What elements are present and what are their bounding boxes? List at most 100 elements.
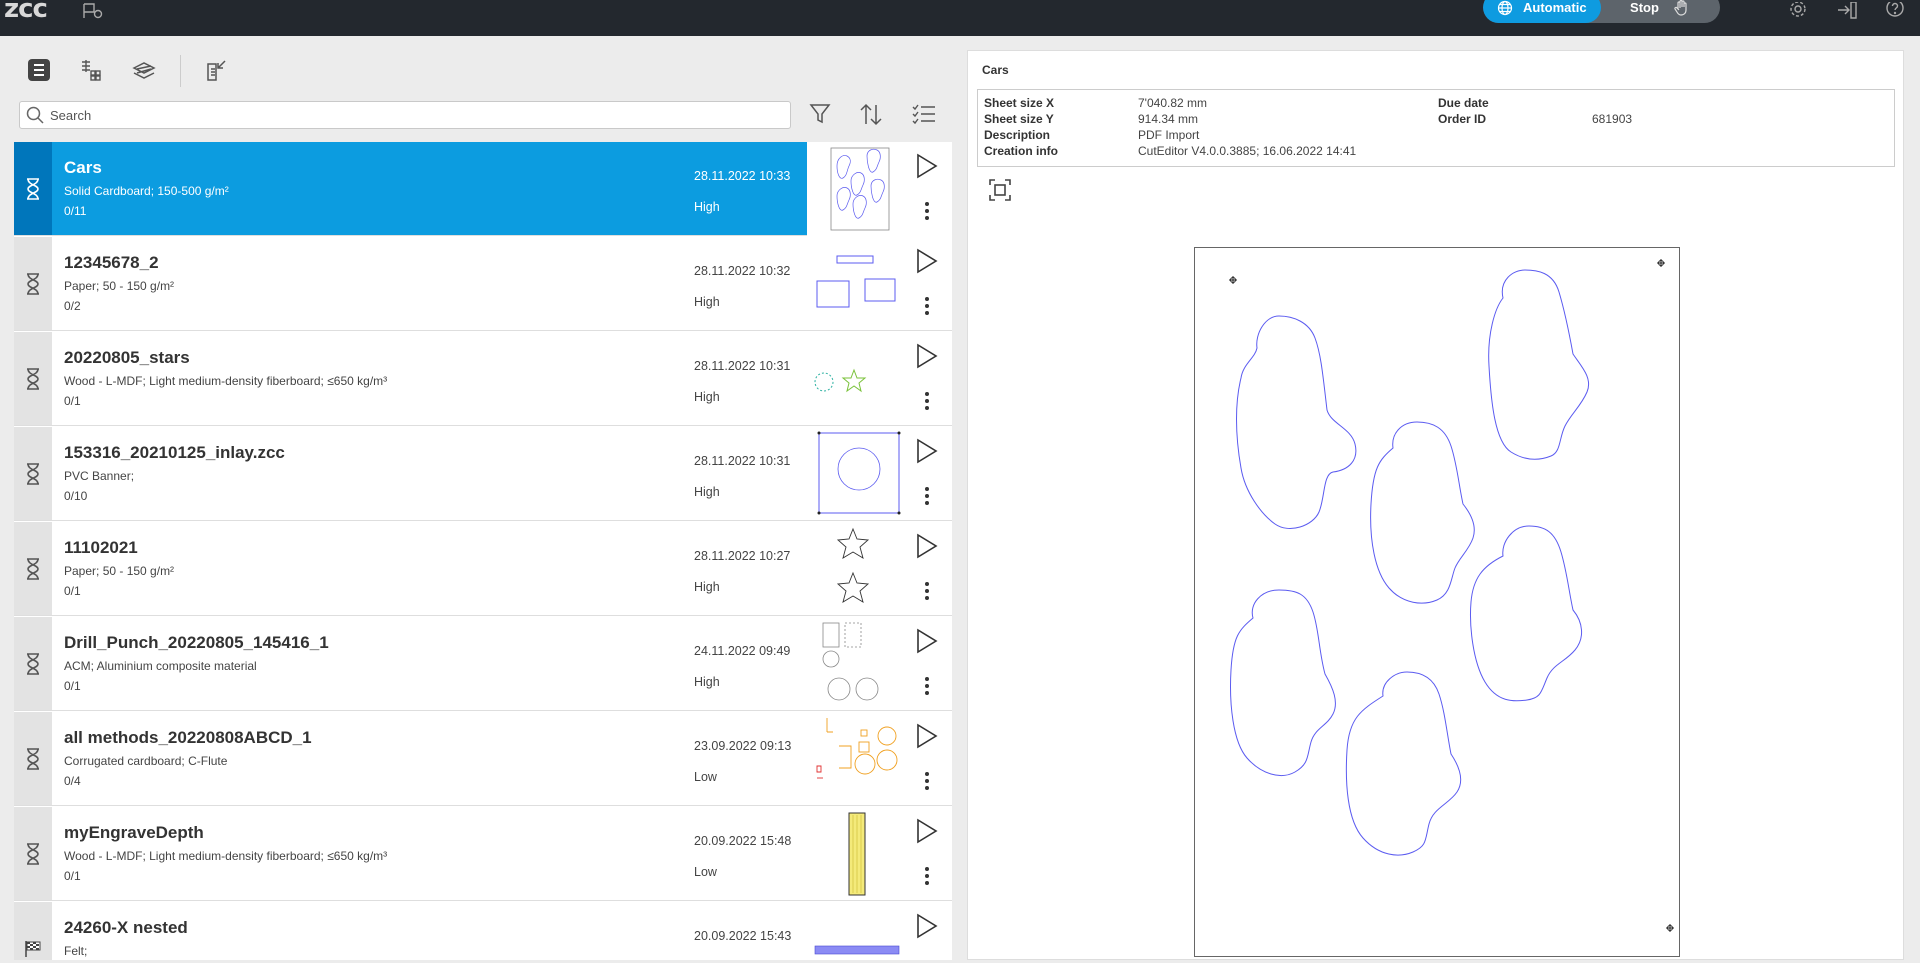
job-name: 20220805_stars (64, 348, 190, 367)
job-material: PVC Banner; (64, 469, 135, 483)
creation-info-value: CutEditor V4.0.0.3885; 16.06.2022 14:41 (1138, 144, 1357, 158)
gear-icon[interactable] (1787, 1, 1809, 20)
nesting-view-icon[interactable] (79, 58, 105, 84)
play-button[interactable] (914, 817, 940, 845)
operation-mode-toggle[interactable]: Automatic Stop (1483, 0, 1720, 23)
job-date: 28.11.2022 10:27 (694, 549, 791, 563)
play-button[interactable] (914, 912, 940, 940)
layers-icon[interactable] (131, 58, 157, 84)
hand-stop-icon (1674, 0, 1687, 16)
job-name: 12345678_2 (64, 253, 159, 272)
job-list-view-icon[interactable] (27, 58, 53, 84)
job-material: Paper; 50 - 150 g/m² (64, 564, 175, 578)
search-input[interactable] (50, 107, 750, 123)
stop-label: Stop (1630, 0, 1659, 15)
job-row[interactable]: Drill_Punch_20220805_145416_1 ACM; Alumi… (14, 617, 952, 711)
job-row-cars[interactable]: Cars Solid Cardboard; 150-500 g/m² 0/11 … (14, 142, 952, 236)
play-button[interactable] (914, 247, 940, 275)
job-row[interactable]: myEngraveDepth Wood - L-MDF; Light mediu… (14, 807, 952, 901)
machine-settings-icon[interactable] (82, 2, 104, 20)
cut-contour (1230, 269, 1589, 856)
finish-flag-icon (25, 940, 41, 957)
play-button[interactable] (914, 342, 940, 370)
help-icon[interactable] (1884, 0, 1906, 20)
logout-icon[interactable] (1836, 1, 1858, 20)
job-status (14, 142, 52, 235)
job-row[interactable]: all methods_20220808ABCD_1 Corrugated ca… (14, 712, 952, 806)
app-logo: zcc (4, 0, 48, 24)
detail-title: Cars (982, 63, 1009, 77)
job-row[interactable]: 12345678_2 Paper; 50 - 150 g/m² 0/2 28.1… (14, 237, 952, 331)
description-value: PDF Import (1138, 128, 1200, 142)
more-options-icon[interactable] (919, 580, 935, 602)
play-button[interactable] (914, 627, 940, 655)
hourglass-icon (27, 462, 39, 485)
job-thumbnail (809, 906, 905, 960)
sheet-size-y-value: 914.34 mm (1138, 112, 1199, 126)
order-id-label: Order ID (1438, 112, 1487, 126)
job-count: 0/10 (64, 489, 88, 503)
job-status (14, 237, 52, 330)
filter-icon[interactable] (808, 102, 834, 128)
job-row[interactable]: 20220805_stars Wood - L-MDF; Light mediu… (14, 332, 952, 426)
import-job-icon[interactable] (203, 58, 229, 84)
automatic-mode-button[interactable]: Automatic (1483, 0, 1601, 23)
job-name: myEngraveDepth (64, 823, 204, 842)
job-thumbnail (809, 146, 905, 232)
job-thumbnail (809, 241, 905, 327)
job-row[interactable]: 24260-X nested Felt; 20.09.2022 15:43 (14, 902, 952, 960)
hourglass-icon (27, 747, 39, 770)
job-priority: High (694, 485, 720, 499)
search-icon (26, 106, 44, 124)
play-button[interactable] (914, 532, 940, 560)
job-name: 11102021 (64, 538, 138, 557)
more-options-icon[interactable] (919, 865, 935, 887)
fit-to-view-icon[interactable] (988, 178, 1012, 202)
checklist-icon[interactable] (911, 102, 937, 128)
description-label: Description (984, 128, 1051, 142)
job-date: 20.09.2022 15:43 (694, 929, 792, 943)
more-options-icon[interactable] (919, 485, 935, 507)
sheet-size-y-label: Sheet size Y (984, 112, 1054, 126)
more-options-icon[interactable] (919, 200, 935, 222)
hourglass-icon (27, 272, 39, 295)
job-count: 0/4 (64, 774, 81, 788)
job-thumbnail (809, 336, 905, 422)
job-count: 0/1 (64, 584, 81, 598)
job-priority: High (694, 580, 720, 594)
play-button[interactable] (914, 152, 940, 180)
job-priority: High (694, 200, 720, 214)
job-status (14, 617, 52, 710)
job-count: 0/11 (64, 204, 87, 218)
job-name: Cars (64, 158, 102, 177)
stop-button[interactable]: Stop (1601, 0, 1720, 23)
hourglass-icon (27, 557, 39, 580)
more-options-icon[interactable] (919, 390, 935, 412)
job-date: 28.11.2022 10:31 (694, 454, 791, 468)
play-button[interactable] (914, 437, 940, 465)
job-material: Wood - L-MDF; Light medium-density fiber… (64, 374, 388, 388)
creation-info-label: Creation info (984, 144, 1058, 158)
more-options-icon[interactable] (919, 675, 935, 697)
more-options-icon[interactable] (919, 770, 935, 792)
job-thumbnail (809, 811, 905, 897)
job-priority: High (694, 295, 720, 309)
search-box[interactable] (19, 101, 791, 129)
play-button[interactable] (914, 722, 940, 750)
job-status (14, 522, 52, 615)
job-priority: High (694, 390, 720, 404)
sheet-preview[interactable] (1194, 247, 1680, 957)
job-row[interactable]: 153316_20210125_inlay.zcc PVC Banner; 0/… (14, 427, 952, 521)
job-info-box: Sheet size X 7'040.82 mm Sheet size Y 91… (977, 89, 1895, 167)
job-date: 28.11.2022 10:33 (694, 169, 791, 183)
job-date: 28.11.2022 10:32 (694, 264, 791, 278)
job-name: 153316_20210125_inlay.zcc (64, 443, 285, 462)
job-row[interactable]: 11102021 Paper; 50 - 150 g/m² 0/1 28.11.… (14, 522, 952, 616)
order-id-value: 681903 (1592, 112, 1633, 126)
hourglass-icon (27, 177, 39, 200)
globe-icon (1497, 0, 1513, 15)
job-name: Drill_Punch_20220805_145416_1 (64, 633, 329, 652)
job-count: 0/1 (64, 869, 81, 883)
sort-icon[interactable] (858, 102, 884, 128)
more-options-icon[interactable] (919, 295, 935, 317)
